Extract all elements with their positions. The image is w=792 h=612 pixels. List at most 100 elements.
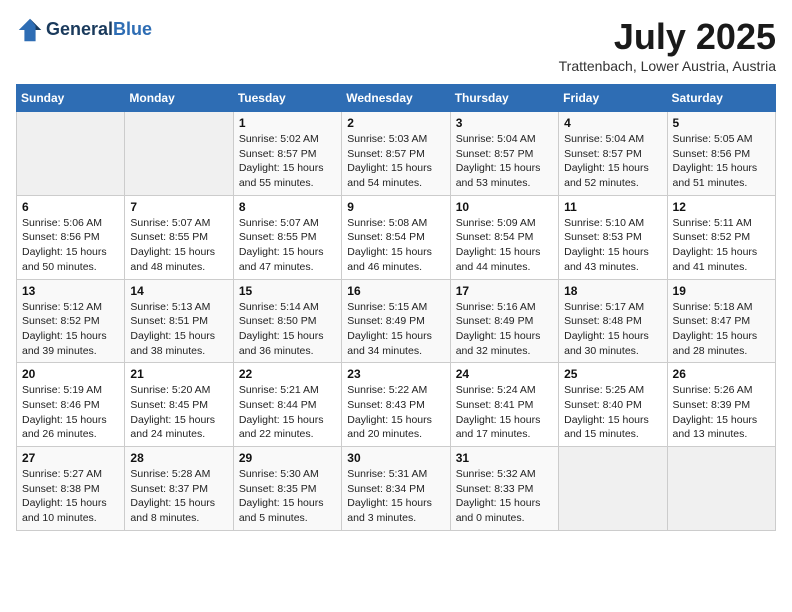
day-number: 29 bbox=[239, 451, 336, 465]
day-cell: 2 Sunrise: 5:03 AM Sunset: 8:57 PM Daylig… bbox=[342, 112, 450, 196]
day-number: 18 bbox=[564, 284, 661, 298]
day-number: 28 bbox=[130, 451, 227, 465]
day-number: 1 bbox=[239, 116, 336, 130]
title-block: July 2025 Trattenbach, Lower Austria, Au… bbox=[559, 16, 776, 74]
day-cell: 18Sunrise: 5:17 AM Sunset: 8:48 PM Dayli… bbox=[559, 279, 667, 363]
day-cell: 13 Sunrise: 5:12 AM Sunset: 8:52 PM Dayli… bbox=[17, 279, 125, 363]
col-header-tuesday: Tuesday bbox=[233, 85, 341, 112]
day-number: 10 bbox=[456, 200, 553, 214]
day-cell: 27 Sunrise: 5:27 AM Sunset: 8:38 PM Dayli… bbox=[17, 447, 125, 531]
day-cell: 4Sunrise: 5:04 AM Sunset: 8:57 PM Daylig… bbox=[559, 112, 667, 196]
day-number: 15 bbox=[239, 284, 336, 298]
week-row-1: 1 Sunrise: 5:02 AM Sunset: 8:57 PM Daylig… bbox=[17, 112, 776, 196]
day-number: 31 bbox=[456, 451, 553, 465]
day-number: 26 bbox=[673, 367, 770, 381]
logo-blue: Blue bbox=[113, 19, 152, 39]
logo-icon bbox=[16, 16, 44, 44]
day-info: Sunrise: 5:15 AM Sunset: 8:49 PM Dayligh… bbox=[347, 300, 444, 359]
day-info: Sunrise: 5:30 AM Sunset: 8:35 PM Dayligh… bbox=[239, 467, 336, 526]
day-number: 14 bbox=[130, 284, 227, 298]
day-info: Sunrise: 5:08 AM Sunset: 8:54 PM Dayligh… bbox=[347, 216, 444, 275]
day-cell: 26 Sunrise: 5:26 AM Sunset: 8:39 PM Dayli… bbox=[667, 363, 775, 447]
month-title: July 2025 bbox=[559, 16, 776, 58]
day-number: 7 bbox=[130, 200, 227, 214]
day-cell: 19Sunrise: 5:18 AM Sunset: 8:47 PM Dayli… bbox=[667, 279, 775, 363]
day-info: Sunrise: 5:21 AM Sunset: 8:44 PM Dayligh… bbox=[239, 383, 336, 442]
day-cell: 17 Sunrise: 5:16 AM Sunset: 8:49 PM Dayli… bbox=[450, 279, 558, 363]
day-info: Sunrise: 5:13 AM Sunset: 8:51 PM Dayligh… bbox=[130, 300, 227, 359]
day-number: 24 bbox=[456, 367, 553, 381]
day-info: Sunrise: 5:07 AM Sunset: 8:55 PM Dayligh… bbox=[130, 216, 227, 275]
day-cell: 25 Sunrise: 5:25 AM Sunset: 8:40 PM Dayli… bbox=[559, 363, 667, 447]
day-number: 13 bbox=[22, 284, 119, 298]
col-header-sunday: Sunday bbox=[17, 85, 125, 112]
day-number: 8 bbox=[239, 200, 336, 214]
day-cell bbox=[125, 112, 233, 196]
day-number: 12 bbox=[673, 200, 770, 214]
day-cell: 30Sunrise: 5:31 AM Sunset: 8:34 PM Dayli… bbox=[342, 447, 450, 531]
day-info: Sunrise: 5:31 AM Sunset: 8:34 PM Dayligh… bbox=[347, 467, 444, 526]
week-row-4: 20 Sunrise: 5:19 AM Sunset: 8:46 PM Dayli… bbox=[17, 363, 776, 447]
day-cell: 12Sunrise: 5:11 AM Sunset: 8:52 PM Dayli… bbox=[667, 195, 775, 279]
day-info: Sunrise: 5:10 AM Sunset: 8:53 PM Dayligh… bbox=[564, 216, 661, 275]
day-cell: 31Sunrise: 5:32 AM Sunset: 8:33 PM Dayli… bbox=[450, 447, 558, 531]
day-info: Sunrise: 5:22 AM Sunset: 8:43 PM Dayligh… bbox=[347, 383, 444, 442]
header-row: SundayMondayTuesdayWednesdayThursdayFrid… bbox=[17, 85, 776, 112]
page-header: GeneralBlue July 2025 Trattenbach, Lower… bbox=[16, 16, 776, 74]
day-cell: 5 Sunrise: 5:05 AM Sunset: 8:56 PM Daylig… bbox=[667, 112, 775, 196]
day-info: Sunrise: 5:26 AM Sunset: 8:39 PM Dayligh… bbox=[673, 383, 770, 442]
location-title: Trattenbach, Lower Austria, Austria bbox=[559, 58, 776, 74]
day-cell: 9Sunrise: 5:08 AM Sunset: 8:54 PM Daylig… bbox=[342, 195, 450, 279]
day-info: Sunrise: 5:28 AM Sunset: 8:37 PM Dayligh… bbox=[130, 467, 227, 526]
day-number: 3 bbox=[456, 116, 553, 130]
day-cell: 24 Sunrise: 5:24 AM Sunset: 8:41 PM Dayli… bbox=[450, 363, 558, 447]
calendar-table: SundayMondayTuesdayWednesdayThursdayFrid… bbox=[16, 84, 776, 531]
day-number: 25 bbox=[564, 367, 661, 381]
day-number: 20 bbox=[22, 367, 119, 381]
day-info: Sunrise: 5:14 AM Sunset: 8:50 PM Dayligh… bbox=[239, 300, 336, 359]
day-info: Sunrise: 5:05 AM Sunset: 8:56 PM Dayligh… bbox=[673, 132, 770, 191]
day-cell: 8Sunrise: 5:07 AM Sunset: 8:55 PM Daylig… bbox=[233, 195, 341, 279]
day-info: Sunrise: 5:12 AM Sunset: 8:52 PM Dayligh… bbox=[22, 300, 119, 359]
day-cell: 11 Sunrise: 5:10 AM Sunset: 8:53 PM Dayli… bbox=[559, 195, 667, 279]
day-info: Sunrise: 5:04 AM Sunset: 8:57 PM Dayligh… bbox=[456, 132, 553, 191]
day-info: Sunrise: 5:18 AM Sunset: 8:47 PM Dayligh… bbox=[673, 300, 770, 359]
day-cell: 21 Sunrise: 5:20 AM Sunset: 8:45 PM Dayli… bbox=[125, 363, 233, 447]
col-header-wednesday: Wednesday bbox=[342, 85, 450, 112]
week-row-2: 6Sunrise: 5:06 AM Sunset: 8:56 PM Daylig… bbox=[17, 195, 776, 279]
day-cell bbox=[17, 112, 125, 196]
day-info: Sunrise: 5:16 AM Sunset: 8:49 PM Dayligh… bbox=[456, 300, 553, 359]
day-number: 2 bbox=[347, 116, 444, 130]
day-cell: 16 Sunrise: 5:15 AM Sunset: 8:49 PM Dayli… bbox=[342, 279, 450, 363]
day-number: 16 bbox=[347, 284, 444, 298]
day-info: Sunrise: 5:20 AM Sunset: 8:45 PM Dayligh… bbox=[130, 383, 227, 442]
day-cell: 22Sunrise: 5:21 AM Sunset: 8:44 PM Dayli… bbox=[233, 363, 341, 447]
day-cell: 14 Sunrise: 5:13 AM Sunset: 8:51 PM Dayli… bbox=[125, 279, 233, 363]
day-info: Sunrise: 5:24 AM Sunset: 8:41 PM Dayligh… bbox=[456, 383, 553, 442]
day-number: 17 bbox=[456, 284, 553, 298]
col-header-monday: Monday bbox=[125, 85, 233, 112]
day-number: 5 bbox=[673, 116, 770, 130]
day-info: Sunrise: 5:25 AM Sunset: 8:40 PM Dayligh… bbox=[564, 383, 661, 442]
day-info: Sunrise: 5:27 AM Sunset: 8:38 PM Dayligh… bbox=[22, 467, 119, 526]
day-cell: 1 Sunrise: 5:02 AM Sunset: 8:57 PM Daylig… bbox=[233, 112, 341, 196]
day-number: 6 bbox=[22, 200, 119, 214]
day-cell: 23Sunrise: 5:22 AM Sunset: 8:43 PM Dayli… bbox=[342, 363, 450, 447]
day-cell: 29 Sunrise: 5:30 AM Sunset: 8:35 PM Dayli… bbox=[233, 447, 341, 531]
day-cell: 6Sunrise: 5:06 AM Sunset: 8:56 PM Daylig… bbox=[17, 195, 125, 279]
day-number: 27 bbox=[22, 451, 119, 465]
day-cell: 20 Sunrise: 5:19 AM Sunset: 8:46 PM Dayli… bbox=[17, 363, 125, 447]
week-row-5: 27 Sunrise: 5:27 AM Sunset: 8:38 PM Dayli… bbox=[17, 447, 776, 531]
day-number: 21 bbox=[130, 367, 227, 381]
day-number: 11 bbox=[564, 200, 661, 214]
day-cell bbox=[559, 447, 667, 531]
day-cell: 28 Sunrise: 5:28 AM Sunset: 8:37 PM Dayli… bbox=[125, 447, 233, 531]
day-cell: 3 Sunrise: 5:04 AM Sunset: 8:57 PM Daylig… bbox=[450, 112, 558, 196]
day-info: Sunrise: 5:03 AM Sunset: 8:57 PM Dayligh… bbox=[347, 132, 444, 191]
day-info: Sunrise: 5:02 AM Sunset: 8:57 PM Dayligh… bbox=[239, 132, 336, 191]
day-cell: 7 Sunrise: 5:07 AM Sunset: 8:55 PM Daylig… bbox=[125, 195, 233, 279]
col-header-saturday: Saturday bbox=[667, 85, 775, 112]
day-info: Sunrise: 5:04 AM Sunset: 8:57 PM Dayligh… bbox=[564, 132, 661, 191]
day-info: Sunrise: 5:19 AM Sunset: 8:46 PM Dayligh… bbox=[22, 383, 119, 442]
logo-general: General bbox=[46, 19, 113, 39]
